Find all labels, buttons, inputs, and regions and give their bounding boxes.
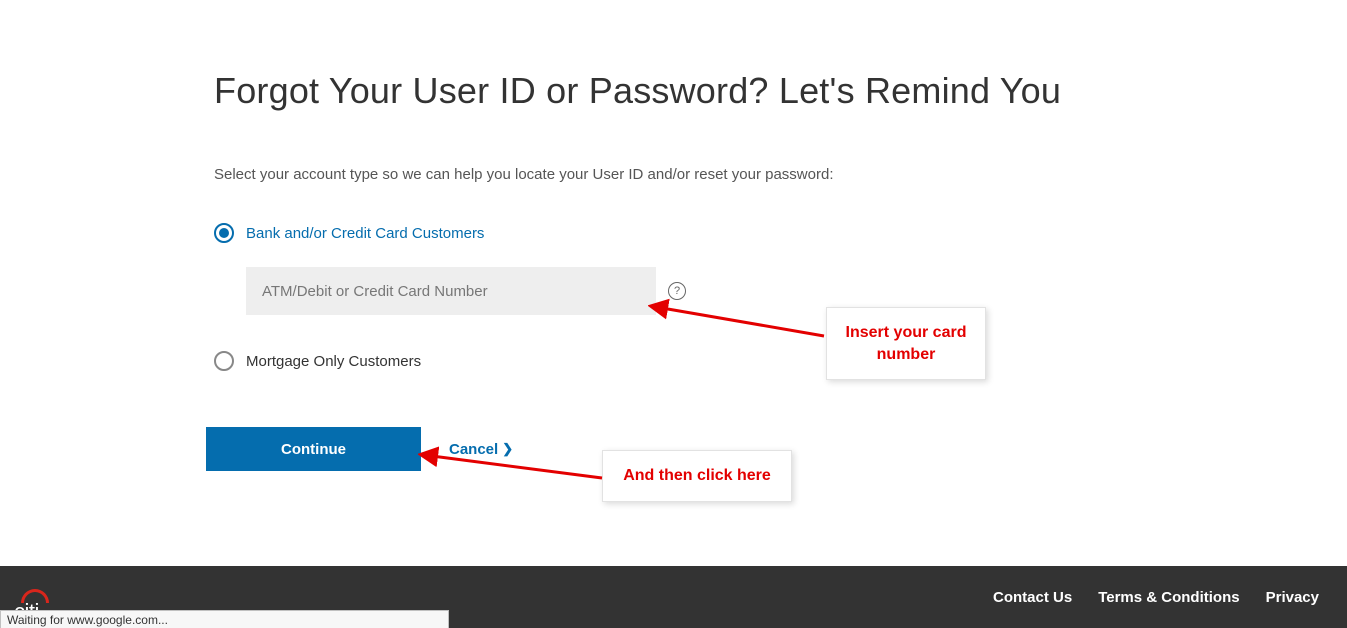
chevron-right-icon: ❯: [502, 441, 513, 457]
card-number-input[interactable]: [246, 267, 656, 315]
radio-icon: [214, 223, 234, 243]
browser-status-bar: Waiting for www.google.com...: [0, 610, 449, 628]
main-content: Forgot Your User ID or Password? Let's R…: [0, 0, 1100, 471]
help-icon[interactable]: ?: [668, 282, 686, 300]
radio-mortgage-label: Mortgage Only Customers: [246, 353, 421, 370]
radio-bank-label: Bank and/or Credit Card Customers: [246, 225, 484, 242]
cancel-link[interactable]: Cancel ❯: [449, 441, 513, 458]
page-title: Forgot Your User ID or Password? Let's R…: [214, 70, 1100, 112]
footer-link-contact[interactable]: Contact Us: [993, 589, 1072, 606]
footer-link-terms[interactable]: Terms & Conditions: [1098, 589, 1239, 606]
annotation-callout-1: Insert your card number: [826, 307, 986, 380]
cancel-label: Cancel: [449, 441, 498, 458]
instruction-text: Select your account type so we can help …: [214, 166, 1100, 183]
radio-icon: [214, 351, 234, 371]
continue-button[interactable]: Continue: [206, 427, 421, 471]
annotation-callout-2: And then click here: [602, 450, 792, 502]
footer-links: Contact Us Terms & Conditions Privacy: [993, 589, 1319, 606]
radio-bank-credit[interactable]: Bank and/or Credit Card Customers: [214, 223, 1100, 243]
footer-link-privacy[interactable]: Privacy: [1266, 589, 1319, 606]
